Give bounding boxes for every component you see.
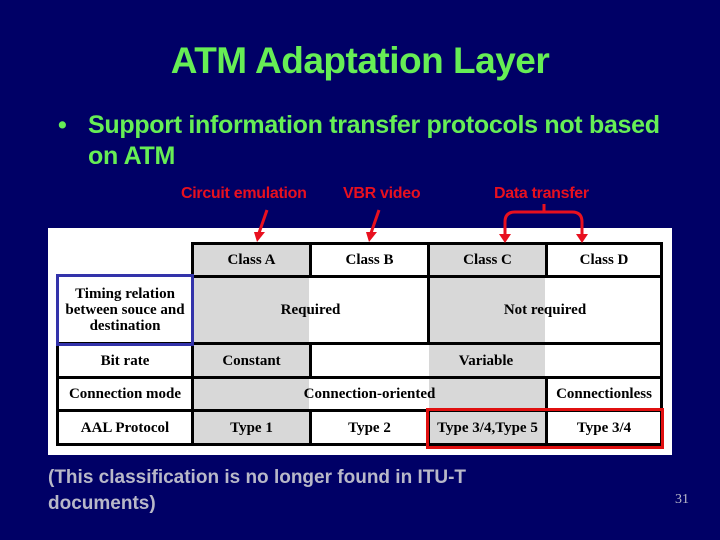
bullet-marker: •	[58, 111, 67, 139]
cell-connection-oriented: Connection-oriented	[303, 386, 436, 402]
label-data-transfer: Data transfer	[494, 185, 589, 202]
cell-bitrate-variable: Variable	[458, 352, 514, 369]
slide-title: ATM Adaptation Layer	[170, 40, 550, 81]
header-class-c: Class C	[463, 252, 512, 268]
cell-bitrate-constant: Constant	[222, 352, 281, 369]
label-vbr-video: VBR video	[343, 185, 421, 202]
header-class-d: Class D	[579, 252, 629, 268]
cell-timing-not-required: Not required	[503, 302, 587, 318]
footnote: (This classification is no longer found …	[48, 467, 467, 514]
cell-connectionless: Connectionless	[556, 386, 652, 402]
bullet-text: Support information transfer protocols n…	[88, 111, 660, 170]
cell-timing-required: Required	[280, 302, 341, 318]
data-transfer-protocol-highlight-box	[426, 408, 664, 449]
label-circuit-emulation: Circuit emulation	[181, 185, 307, 202]
cell-aal-type-2: Type 2	[348, 419, 391, 436]
header-class-a: Class A	[227, 252, 276, 268]
row-label-connection-mode: Connection mode	[68, 386, 182, 402]
timing-highlight-box	[56, 274, 194, 346]
row-label-bit-rate: Bit rate	[100, 352, 150, 369]
header-class-b: Class B	[345, 252, 394, 268]
row-label-aal-protocol: AAL Protocol	[80, 419, 170, 436]
page-number: 31	[675, 492, 689, 507]
cell-aal-type-1: Type 1	[230, 419, 273, 436]
